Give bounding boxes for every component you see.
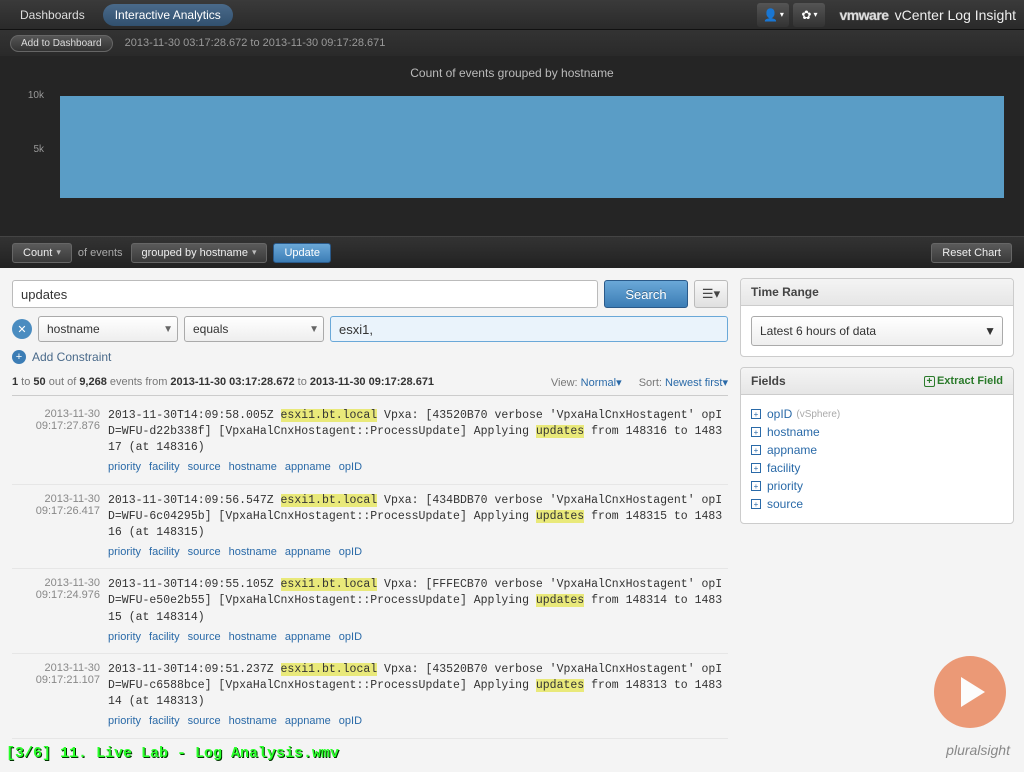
settings-menu[interactable]: ✿▾ [793, 3, 825, 27]
search-options-button[interactable]: ☰▾ [694, 280, 728, 308]
event-field-links: priority facility source hostname appname opI… [108, 630, 724, 645]
event-message: 2013-11-30T14:09:56.547Z esxi1.bt.local … [108, 493, 724, 561]
chart-plot[interactable] [50, 86, 1014, 226]
filter-row: ✕ hostname▼ equals▼ [12, 316, 728, 342]
event-field-link[interactable]: opID [339, 715, 362, 727]
sub-header: Add to Dashboard 2013-11-30 03:17:28.672… [0, 30, 1024, 56]
panel-title: Fields [751, 374, 786, 388]
event-field-link[interactable]: hostname [229, 631, 277, 643]
event-message: 2013-11-30T14:09:51.237Z esxi1.bt.local … [108, 662, 724, 730]
top-bar: Dashboards Interactive Analytics 👤▾ ✿▾ v… [0, 0, 1024, 30]
event-message: 2013-11-30T14:09:58.005Z esxi1.bt.local … [108, 408, 724, 476]
filter-field-dropdown[interactable]: hostname▼ [38, 316, 178, 342]
event-message: 2013-11-30T14:09:55.105Z esxi1.bt.local … [108, 577, 724, 645]
y-tick: 10k [28, 90, 44, 101]
groupby-dropdown[interactable]: grouped by hostname▾ [131, 243, 268, 263]
event-field-link[interactable]: facility [149, 461, 180, 473]
event-field-links: priority facility source hostname appname opI… [108, 460, 724, 475]
event-field-link[interactable]: source [188, 715, 221, 727]
metric-dropdown[interactable]: Count▾ [12, 243, 72, 263]
reset-chart-button[interactable]: Reset Chart [931, 243, 1012, 263]
brand-logo: vmware [839, 7, 888, 23]
field-item[interactable]: +hostname [751, 423, 1003, 441]
event-field-link[interactable]: appname [285, 461, 331, 473]
remove-filter-button[interactable]: ✕ [12, 319, 32, 339]
event-field-link[interactable]: appname [285, 631, 331, 643]
field-item[interactable]: +appname [751, 441, 1003, 459]
y-tick: 5k [33, 144, 44, 155]
event-field-link[interactable]: priority [108, 546, 141, 558]
event-field-link[interactable]: priority [108, 715, 141, 727]
panel-title: Time Range [751, 285, 819, 299]
of-label: of events [78, 247, 123, 259]
view-mode-dropdown[interactable]: Normal▾ [581, 377, 622, 389]
event-timestamp: 2013-11-3009:17:21.107 [16, 662, 108, 730]
event-field-link[interactable]: source [188, 631, 221, 643]
event-row[interactable]: 2013-11-3009:17:24.9762013-11-30T14:09:5… [12, 569, 728, 654]
event-field-link[interactable]: facility [149, 546, 180, 558]
add-constraint-button[interactable]: + Add Constraint [12, 350, 728, 364]
results-header: 1 to 50 out of 9,268 events from 2013-11… [12, 376, 728, 396]
list-icon: ☰ [702, 286, 714, 302]
filter-value-input[interactable] [330, 316, 728, 342]
user-menu[interactable]: 👤▾ [757, 3, 789, 27]
tab-interactive-analytics[interactable]: Interactive Analytics [103, 4, 233, 26]
event-field-link[interactable]: appname [285, 546, 331, 558]
pluralsight-watermark: pluralsight [946, 742, 1010, 758]
tab-dashboards[interactable]: Dashboards [8, 4, 97, 26]
field-item[interactable]: +priority [751, 477, 1003, 495]
chart-controls: Count▾ of events grouped by hostname▾ Up… [0, 236, 1024, 268]
update-button[interactable]: Update [273, 243, 330, 263]
event-field-links: priority facility source hostname appname opI… [108, 714, 724, 729]
event-row[interactable]: 2013-11-3009:17:27.8762013-11-30T14:09:5… [12, 400, 728, 485]
event-field-link[interactable]: priority [108, 461, 141, 473]
event-field-link[interactable]: source [188, 461, 221, 473]
brand: vmware vCenter Log Insight [839, 7, 1016, 23]
event-field-link[interactable]: opID [339, 546, 362, 558]
event-field-link[interactable]: hostname [229, 461, 277, 473]
field-item[interactable]: +facility [751, 459, 1003, 477]
search-button[interactable]: Search [604, 280, 688, 308]
chart-area: Count of events grouped by hostname 10k … [0, 56, 1024, 236]
add-to-dashboard-button[interactable]: Add to Dashboard [10, 35, 113, 52]
time-range-display: 2013-11-30 03:17:28.672 to 2013-11-30 09… [125, 37, 386, 49]
event-field-links: priority facility source hostname appname opI… [108, 545, 724, 560]
event-field-link[interactable]: hostname [229, 715, 277, 727]
event-field-link[interactable]: priority [108, 631, 141, 643]
filter-op-dropdown[interactable]: equals▼ [184, 316, 324, 342]
play-overlay-icon [934, 656, 1006, 728]
event-field-link[interactable]: source [188, 546, 221, 558]
event-field-link[interactable]: facility [149, 715, 180, 727]
event-field-link[interactable]: opID [339, 461, 362, 473]
event-field-link[interactable]: hostname [229, 546, 277, 558]
search-input[interactable] [12, 280, 598, 308]
brand-product: vCenter Log Insight [895, 7, 1016, 23]
event-field-link[interactable]: appname [285, 715, 331, 727]
event-timestamp: 2013-11-3009:17:27.876 [16, 408, 108, 476]
chart-bar[interactable] [60, 96, 1004, 198]
event-row[interactable]: 2013-11-3009:17:26.4172013-11-30T14:09:5… [12, 485, 728, 570]
event-timestamp: 2013-11-3009:17:24.976 [16, 577, 108, 645]
event-timestamp: 2013-11-3009:17:26.417 [16, 493, 108, 561]
time-range-panel: Time Range Latest 6 hours of data▼ [740, 278, 1014, 357]
field-item[interactable]: +opID(vSphere) [751, 405, 1003, 423]
event-list: 2013-11-3009:17:27.8762013-11-30T14:09:5… [12, 400, 728, 760]
event-row[interactable]: 2013-11-3009:17:21.1072013-11-30T14:09:5… [12, 654, 728, 739]
user-icon: 👤 [763, 8, 778, 22]
chart-title: Count of events grouped by hostname [10, 62, 1014, 86]
extract-field-button[interactable]: +Extract Field [924, 375, 1003, 387]
y-axis: 10k 5k [10, 86, 50, 226]
time-range-dropdown[interactable]: Latest 6 hours of data▼ [751, 316, 1003, 346]
fields-panel: Fields +Extract Field +opID(vSphere)+hos… [740, 367, 1014, 524]
field-item[interactable]: +source [751, 495, 1003, 513]
plus-icon: + [12, 350, 26, 364]
gear-icon: ✿ [801, 8, 811, 22]
event-field-link[interactable]: facility [149, 631, 180, 643]
event-field-link[interactable]: opID [339, 631, 362, 643]
sort-mode-dropdown[interactable]: Newest first▾ [665, 377, 728, 389]
video-caption: [3/6] 11. Live Lab - Log Analysis.wmv [6, 745, 339, 762]
